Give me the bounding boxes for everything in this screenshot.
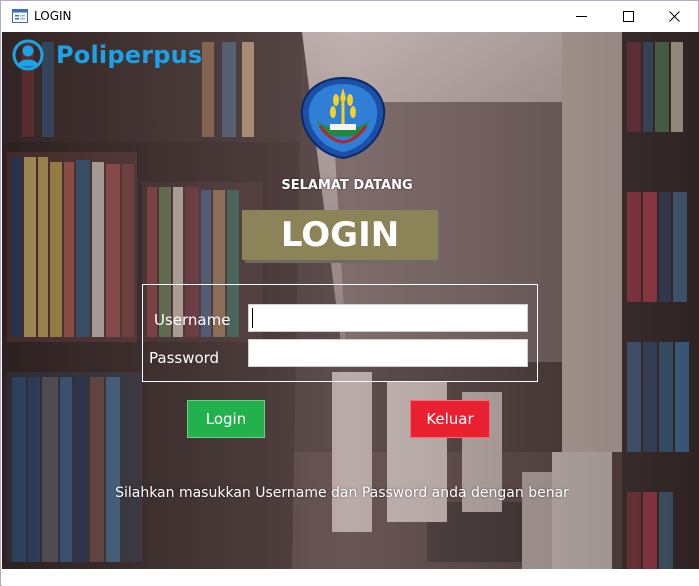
credentials-panel (142, 284, 538, 382)
password-label: Password (149, 349, 220, 367)
login-heading-box: LOGIN (242, 210, 438, 260)
password-field[interactable] (248, 339, 528, 367)
welcome-text: SELAMAT DATANG (281, 178, 413, 193)
exit-button[interactable]: Keluar (410, 400, 490, 438)
title-bar[interactable]: LOGIN (1, 1, 698, 32)
login-window: LOGIN Poliperpus SELAMAT DATANG LOGIN Us… (0, 0, 699, 586)
brand (12, 39, 44, 71)
login-heading: LOGIN (280, 215, 400, 255)
login-button[interactable]: Login (187, 400, 265, 438)
window-title: LOGIN (34, 9, 72, 23)
brand-name: Poliperpus (56, 41, 203, 69)
username-label: Username (154, 311, 231, 329)
maximize-icon (622, 11, 634, 22)
minimize-button[interactable] (558, 1, 604, 32)
app-form-icon (12, 9, 28, 23)
user-avatar-icon (12, 39, 44, 71)
close-button[interactable] (651, 1, 697, 32)
maximize-button[interactable] (605, 1, 651, 32)
close-icon (668, 11, 680, 22)
text-caret (252, 308, 253, 328)
minimize-icon (575, 16, 587, 17)
institution-emblem-icon (300, 76, 386, 160)
username-field[interactable] (248, 304, 528, 332)
instruction-text: Silahkan masukkan Username dan Password … (115, 485, 569, 501)
login-content: Poliperpus SELAMAT DATANG LOGIN Username… (2, 32, 699, 569)
window-bottom-border (2, 569, 699, 586)
